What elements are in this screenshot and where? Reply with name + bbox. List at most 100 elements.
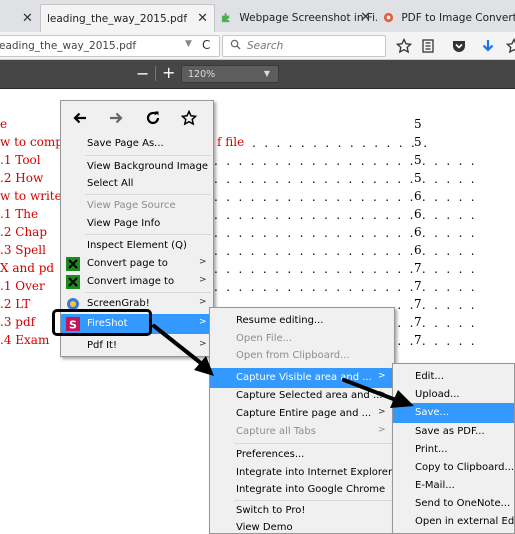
menu-item-print[interactable]: Print...	[393, 440, 514, 460]
toc-entry: .3 pdf	[0, 315, 36, 329]
close-icon[interactable]: ✕	[197, 11, 208, 26]
close-icon[interactable]: ✕	[22, 11, 33, 26]
menu-divider	[234, 443, 392, 444]
menu-item-open-from-clipboard[interactable]: Open from Clipboard...	[210, 346, 394, 366]
toc-entry: .3 Spell	[0, 243, 46, 257]
tab-bar: ✕ leading_the_way_2015.pdf ✕ Webpage Scr…	[0, 0, 515, 32]
bookmark-star-icon[interactable]	[396, 38, 412, 54]
toc-entry-tail: f file	[217, 135, 245, 149]
toc-page-number: 7	[414, 333, 422, 347]
toc-entry: .2 LT	[0, 297, 31, 311]
tab-pdf-to-image[interactable]: PDF to Image Converter	[377, 4, 515, 32]
menu-divider	[85, 234, 211, 235]
toc-leader: . . . . . . . . . . . . . . . . . . . . …	[214, 172, 477, 186]
toc-page-number: 7	[414, 261, 422, 275]
toc-page-number: 6	[414, 189, 422, 203]
menu-item-capture-all-tabs[interactable]: Capture all Tabs >	[210, 422, 394, 442]
tab-label: Webpage Screenshot in Fi...	[239, 12, 377, 24]
menu-divider	[85, 155, 211, 156]
toc-page-number: 7	[414, 279, 422, 293]
browser-window: { "tabs": [ {"label": "leading_the_way_2…	[0, 0, 515, 534]
tab-webpage-screenshot[interactable]: Webpage Screenshot in Fi... ✕	[215, 4, 377, 32]
download-icon[interactable]	[480, 38, 496, 54]
menu-item-view-page-source[interactable]: View Page Source	[61, 196, 213, 216]
toc-page-number: 5	[414, 117, 422, 131]
menu-item-save-page-as[interactable]: Save Page As...	[61, 134, 213, 154]
chevron-right-icon: >	[199, 257, 207, 267]
toc-leader: . . . . . . . . . . . . . . . . . . . . …	[214, 244, 477, 258]
toc-entry: X and pd	[0, 261, 55, 275]
chevron-down-icon[interactable]: ▼	[185, 39, 192, 49]
star-icon[interactable]	[506, 38, 515, 54]
reading-list-icon[interactable]	[420, 38, 436, 54]
url-text: eading_the_way_2015.pdf	[0, 40, 137, 52]
menu-item-inspect-element[interactable]: Inspect Element (Q)	[61, 236, 213, 256]
pdf-converter-icon	[383, 12, 394, 23]
toc-entry: .1 Tool	[0, 153, 41, 167]
back-icon[interactable]	[72, 110, 88, 126]
toc-page-number: 5	[414, 153, 422, 167]
toc-entry: .1 The	[0, 207, 39, 221]
toc-page-number: 6	[414, 207, 422, 221]
chevron-right-icon: >	[378, 425, 386, 435]
bookmark-star-icon[interactable]	[181, 110, 197, 126]
tab-pdf[interactable]: leading_the_way_2015.pdf ✕	[40, 4, 215, 32]
chevron-right-icon: >	[199, 275, 207, 285]
annotation-highlight-box	[52, 309, 152, 336]
toc-entry: .1 Over	[0, 279, 45, 293]
toc-page-number: 7	[414, 297, 422, 311]
convert-icon	[66, 257, 80, 271]
pocket-icon[interactable]	[451, 38, 467, 54]
toc-entry: e	[0, 117, 8, 131]
menu-item-view-page-info[interactable]: View Page Info	[61, 214, 213, 234]
toc-leader: . . . . . . . . . . . . . . . . . . . . …	[214, 190, 477, 204]
toc-page-number: 5	[414, 135, 422, 149]
zoom-in-button[interactable]: +	[162, 63, 175, 82]
menu-item-view-demo[interactable]: View Demo	[210, 518, 394, 534]
chevron-right-icon: >	[199, 297, 207, 307]
toc-leader: . . . . . . . . . . . . . . . . . . . . …	[214, 154, 477, 168]
menu-item-convert-image[interactable]: Convert image to >	[61, 272, 213, 292]
toc-entry: w to comp	[0, 135, 63, 149]
toc-entry: w to write	[0, 189, 62, 203]
menu-item-save-as-pdf[interactable]: Save as PDF...	[393, 422, 514, 442]
toc-entry: .4 Exam	[0, 333, 50, 347]
toc-page-number: 7	[414, 315, 422, 329]
menu-item-send-to-onenote[interactable]: Send to OneNote...	[393, 494, 514, 514]
menu-item-preferences[interactable]: Preferences...	[210, 445, 394, 465]
search-icon	[230, 39, 241, 50]
search-input[interactable]: Search	[222, 35, 386, 57]
fireshot-submenu: Resume editing... Open File... Open from…	[209, 307, 395, 534]
puzzle-icon	[221, 12, 230, 23]
menu-divider	[85, 292, 211, 293]
toc-page-number: 6	[414, 225, 422, 239]
chevron-down-icon: ▼	[263, 69, 270, 78]
reload-icon[interactable]: C	[202, 38, 210, 52]
forward-icon[interactable]	[108, 110, 124, 126]
toc-leader: . . . . . . . . . . . . . . .	[252, 136, 430, 150]
menu-item-email[interactable]: E-Mail...	[393, 476, 514, 496]
toc-leader: . . . . . . . . . . . . . . . . . . . . …	[214, 208, 477, 222]
zoom-select[interactable]: 120% ▼	[181, 65, 279, 83]
toc-entry: .2 Chap	[0, 225, 48, 239]
menu-item-convert-page[interactable]: Convert page to >	[61, 254, 213, 274]
annotation-arrow	[342, 378, 414, 408]
tab-label: PDF to Image Converter	[401, 12, 515, 24]
pdf-toolbar: − + 120% ▼	[0, 60, 515, 89]
toc-page-number: 6	[414, 243, 422, 257]
navigation-bar: eading_the_way_2015.pdf ▼ C Search	[0, 32, 515, 60]
tab-label: leading_the_way_2015.pdf	[47, 13, 188, 25]
menu-item-integrate-chrome[interactable]: Integrate into Google Chrome	[210, 480, 394, 500]
zoom-out-button[interactable]: −	[136, 64, 149, 83]
reload-icon[interactable]	[145, 110, 161, 126]
zoom-value: 120%	[188, 69, 216, 80]
menu-item-copy-to-clipboard[interactable]: Copy to Clipboard...	[393, 458, 514, 478]
menu-item-open-external-editor[interactable]: Open in external Editor...	[393, 512, 515, 532]
toc-leader: . . . . . . . . . . . . . . . . . . . . …	[214, 280, 477, 294]
close-icon[interactable]: ✕	[360, 10, 371, 25]
menu-item-select-all[interactable]: Select All	[61, 174, 213, 194]
menu-divider	[85, 194, 211, 195]
toc-page-number: 5	[414, 171, 422, 185]
menu-item-resume-editing[interactable]: Resume editing...	[210, 311, 394, 331]
url-bar[interactable]: eading_the_way_2015.pdf ▼ C	[0, 35, 220, 57]
